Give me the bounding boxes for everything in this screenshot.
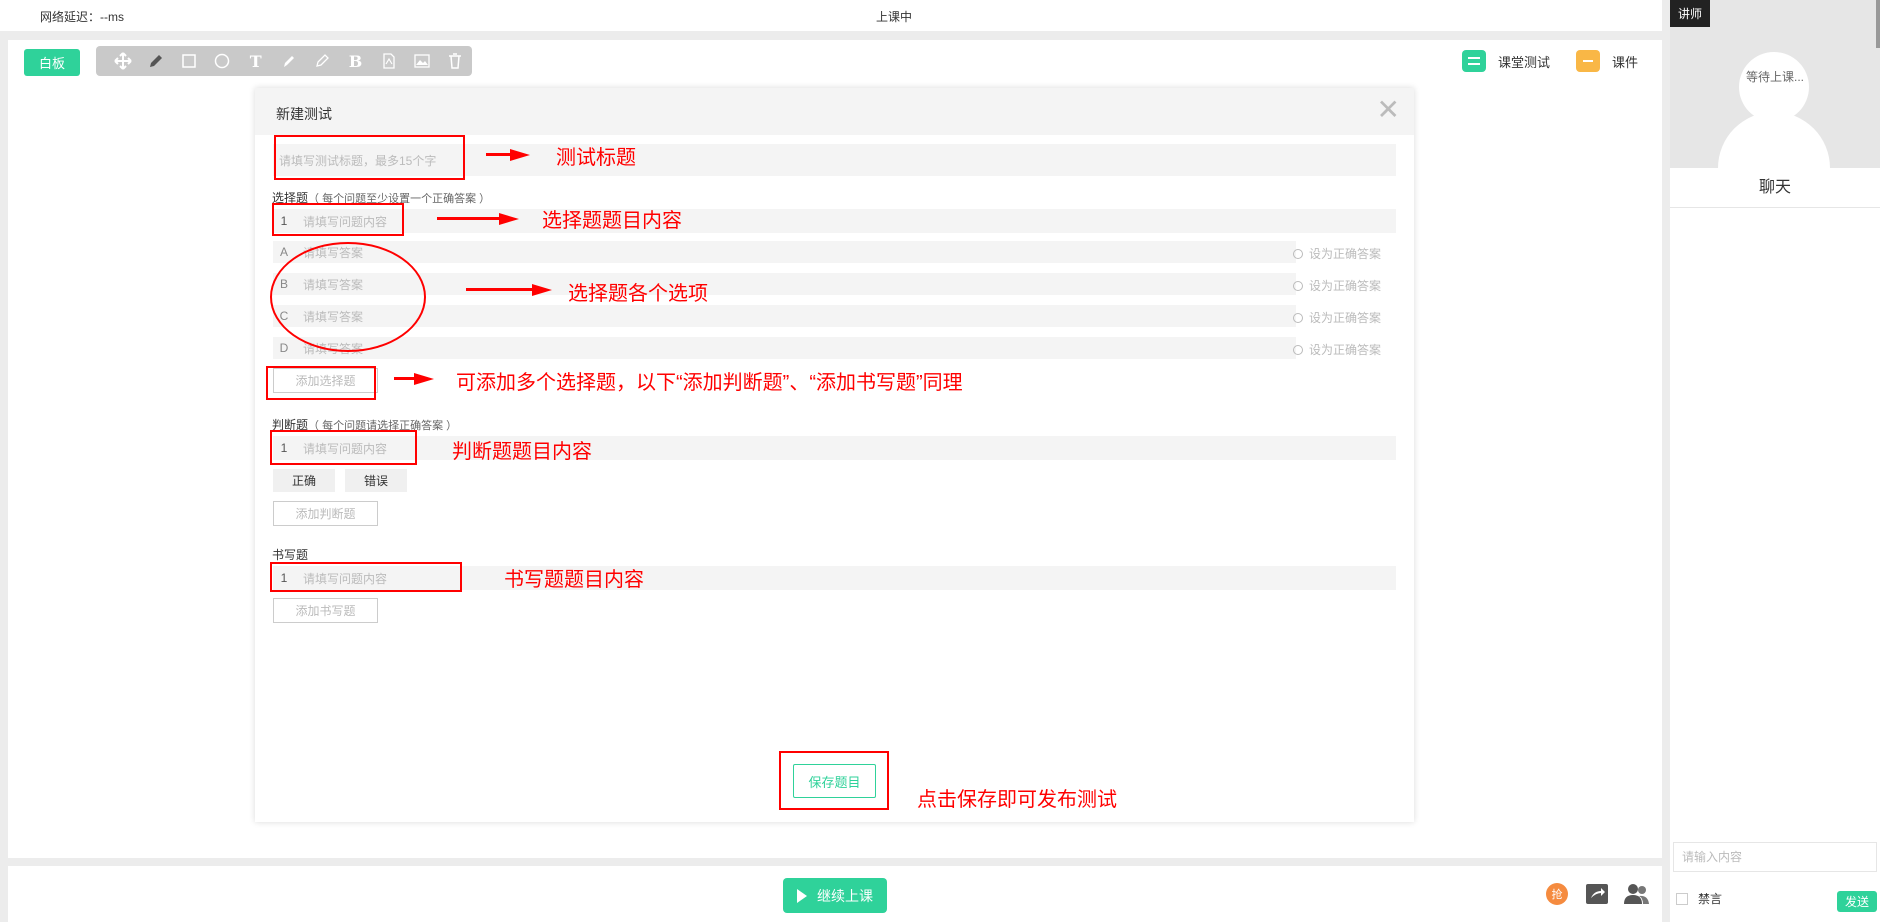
bold-icon[interactable]: B [339,49,372,73]
avatar-body [1718,112,1830,168]
eraser-icon[interactable] [306,49,339,73]
whiteboard-button[interactable]: 白板 [24,49,80,76]
folder-icon [1575,50,1600,72]
dialog-title: 新建测试 [276,106,332,122]
mute-toggle[interactable]: 禁言 [1676,890,1722,907]
annotation-arrow [394,373,434,385]
option-letter: D [279,341,289,355]
set-correct-c[interactable]: 设为正确答案 [1293,309,1381,326]
set-correct-b[interactable]: 设为正确答案 [1293,277,1381,294]
annotation-judge-question: 判断题题目内容 [452,441,592,463]
tab-chat[interactable]: 聊天 [1670,168,1880,208]
board-side-tabs: 课堂测试 课件 [1436,50,1638,72]
annotation-box-add-choice [266,366,376,400]
set-correct-a[interactable]: 设为正确答案 [1293,245,1381,262]
annotation-title: 测试标题 [556,147,636,169]
annotation-box-writing-question [270,562,462,592]
drawing-toolbar: T B [96,46,472,76]
radio-icon [1293,280,1303,291]
mute-label: 禁言 [1698,892,1723,906]
radio-icon [1293,248,1303,259]
annotation-box-title [274,135,465,180]
grab-icon[interactable]: 抢 [1546,883,1568,905]
choice-option-b-input[interactable]: B 请填写答案 [273,273,1296,295]
new-test-dialog: 新建测试 ✕ 请填写测试标题，最多15个字 选择题（ 每个问题至少设置一个正确答… [255,88,1414,822]
choice-option-c-input[interactable]: C 请填写答案 [273,305,1296,327]
teacher-tag: 讲师 [1670,0,1711,27]
annotation-box-save [779,751,889,810]
set-correct-label: 设为正确答案 [1309,343,1382,357]
annotation-choice-question: 选择题题目内容 [542,210,682,232]
image-icon[interactable] [405,49,438,73]
quiz-tab[interactable]: 课堂测试 [1461,50,1550,72]
chat-input[interactable] [1673,842,1877,872]
circle-icon[interactable] [206,49,239,73]
writing-section-label: 书写题 [272,546,308,563]
annotation-box-choice-question [272,203,404,236]
annotation-box-judge-question [270,430,417,465]
bottom-bar: 继续上课 抢 [8,866,1662,922]
dialog-header: 新建测试 ✕ [255,88,1414,135]
annotation-arrow [486,149,530,161]
network-latency: 网络延迟：--ms [40,10,124,24]
waiting-text: 等待上课... [1745,70,1804,84]
close-icon[interactable]: ✕ [1377,96,1400,124]
pencil-icon[interactable] [139,49,172,73]
text-icon[interactable]: T [239,49,272,73]
annotation-arrow [466,284,552,296]
mute-checkbox[interactable] [1676,892,1688,905]
annotation-writing-question: 书写题题目内容 [504,569,644,591]
share-screen-icon[interactable] [1586,884,1608,904]
radio-icon [1293,344,1303,355]
send-button[interactable]: 发送 [1837,891,1877,912]
radio-icon [1293,312,1303,323]
option-letter: A [279,245,288,259]
teacher-video: 讲师 等待上课... [1670,0,1880,168]
right-panel: 讲师 等待上课... 聊天 禁言 发送 [1670,0,1880,922]
move-icon[interactable] [106,49,139,73]
annotation-circle-choice-options [270,242,426,352]
play-icon [797,888,807,903]
courseware-tab[interactable]: 课件 [1575,50,1638,72]
set-correct-d[interactable]: 设为正确答案 [1293,341,1381,358]
judge-false-button[interactable]: 错误 [345,469,407,492]
set-correct-label: 设为正确答案 [1309,247,1382,261]
writing-label: 书写题 [272,548,309,562]
pdf-icon[interactable] [372,49,405,73]
quiz-tab-label: 课堂测试 [1497,54,1550,70]
class-status: 上课中 [876,10,913,24]
scrollbar[interactable] [1876,0,1880,48]
courseware-tab-label: 课件 [1611,54,1638,70]
add-writing-button[interactable]: 添加书写题 [273,598,378,623]
continue-class-label: 继续上课 [817,887,873,904]
rectangle-icon[interactable] [173,49,206,73]
judge-true-button[interactable]: 正确 [273,469,335,492]
set-correct-label: 设为正确答案 [1309,279,1382,293]
trash-icon[interactable] [439,49,472,73]
annotation-arrow [437,213,519,225]
users-icon[interactable] [1622,882,1650,906]
add-judge-button[interactable]: 添加判断题 [273,501,378,526]
continue-class-button[interactable]: 继续上课 [783,878,887,913]
choice-option-d-input[interactable]: D 请填写答案 [273,337,1296,359]
judge-question-input[interactable]: 1 请填写问题内容 [273,436,1396,460]
highlighter-icon[interactable] [272,49,305,73]
set-correct-label: 设为正确答案 [1309,311,1382,325]
annotation-save: 点击保存即可发布测试 [917,789,1117,811]
top-status-bar: 网络延迟：--ms 上课中 [0,0,1662,31]
annotation-add-multiple: 可添加多个选择题，以下“添加判断题”、“添加书写题”同理 [456,372,963,394]
list-icon [1461,50,1486,72]
choice-option-a-input[interactable]: A 请填写答案 [273,241,1296,263]
annotation-choice-options: 选择题各个选项 [568,283,708,305]
